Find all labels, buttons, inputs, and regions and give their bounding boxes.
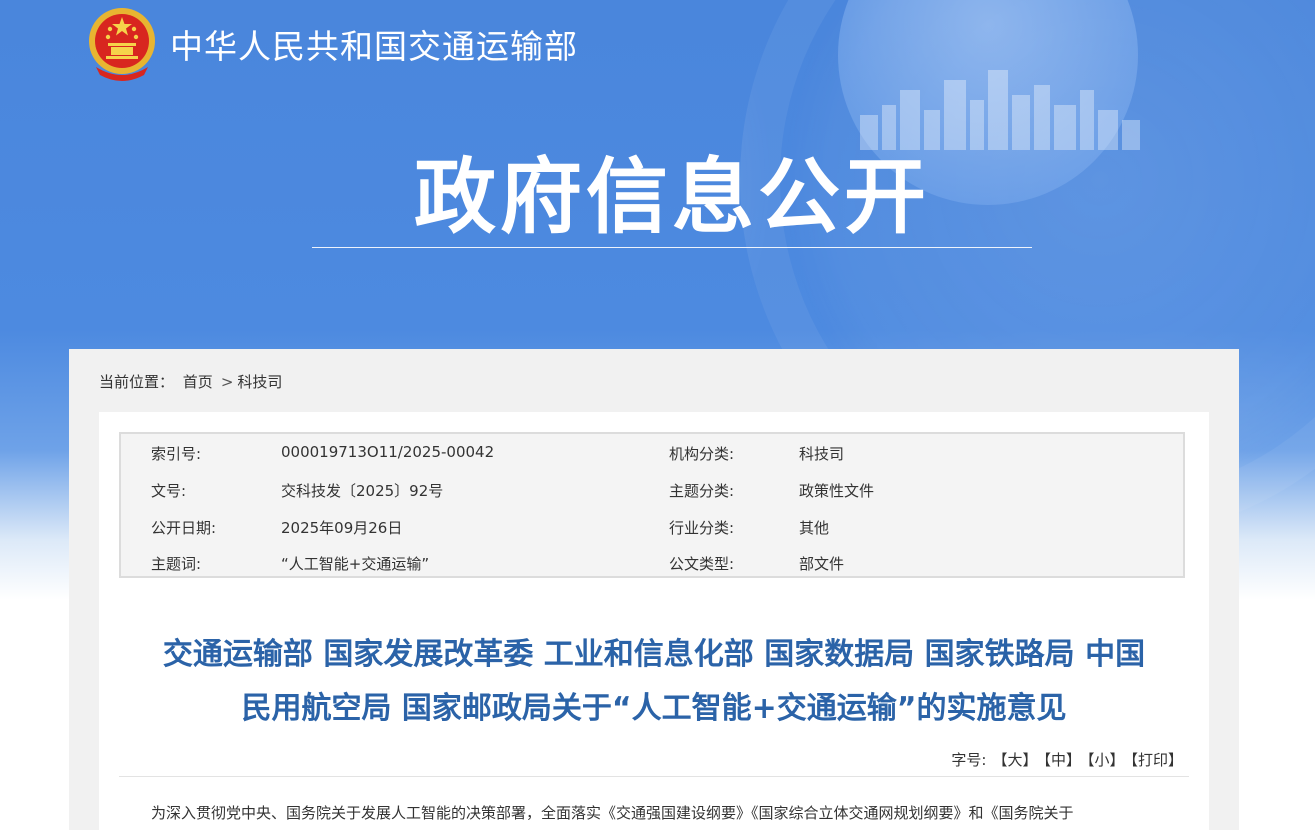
meta-value-index: 000019713O11/2025-00042 [281, 443, 495, 461]
meta-value-date: 2025年09月26日 [281, 519, 403, 537]
breadcrumb-separator: > [220, 373, 234, 391]
content-divider [119, 776, 1189, 777]
article-content: 索引号: 000019713O11/2025-00042 机构分类: 科技司 文… [99, 412, 1209, 830]
font-size-large-button[interactable]: 【大】 [992, 751, 1037, 769]
meta-value-industry: 其他 [799, 519, 830, 537]
meta-value-keywords: “人工智能+交通运输” [281, 555, 430, 573]
national-emblem-icon [89, 8, 155, 81]
meta-value-doctype: 部文件 [799, 555, 845, 573]
meta-label-keywords: 主题词: [151, 555, 202, 573]
font-size-controls: 字号: 【大】 【中】 【小】 【打印】 [951, 749, 1183, 770]
section-title: 政府信息公开 [413, 150, 930, 245]
meta-label-topic: 主题分类: [669, 482, 735, 500]
font-size-medium-button[interactable]: 【中】 [1043, 751, 1081, 769]
meta-label-docno: 文号: [151, 482, 187, 500]
font-size-small-button[interactable]: 【小】 [1087, 751, 1125, 769]
city-skyline-icon [860, 70, 1140, 150]
meta-label-index: 索引号: [151, 445, 202, 463]
meta-label-doctype: 公文类型: [669, 555, 735, 573]
breadcrumb: 当前位置： 首页 > 科技司 [99, 371, 286, 392]
document-title-line2: 民用航空局 国家邮政局关于“人工智能+交通运输”的实施意见 [241, 691, 1067, 726]
meta-label-industry: 行业分类: [669, 519, 735, 537]
breadcrumb-home-link[interactable]: 首页 [183, 373, 213, 391]
meta-label-date: 公开日期: [151, 519, 217, 537]
meta-value-agency: 科技司 [799, 445, 845, 463]
document-metadata-table: 索引号: 000019713O11/2025-00042 机构分类: 科技司 文… [119, 432, 1185, 578]
title-underline [312, 247, 1032, 248]
main-panel: 当前位置： 首页 > 科技司 索引号: 000019713O11/2025-0004… [69, 349, 1239, 830]
breadcrumb-dept-link[interactable]: 科技司 [237, 373, 282, 391]
document-title: 交通运输部 国家发展改革委 工业和信息化部 国家数据局 国家铁路局 中国 民用航… [113, 628, 1195, 736]
breadcrumb-prefix: 当前位置： [99, 373, 175, 391]
meta-label-agency: 机构分类: [669, 445, 735, 463]
meta-value-docno: 交科技发〔2025〕92号 [281, 482, 444, 500]
document-title-line1: 交通运输部 国家发展改革委 工业和信息化部 国家数据局 国家铁路局 中国 [162, 637, 1146, 672]
site-title: 中华人民共和国交通运输部 [170, 27, 578, 66]
document-body-paragraph: 为深入贯彻党中央、国务院关于发展人工智能的决策部署，全面落实《交通强国建设纲要》… [151, 804, 1074, 822]
site-brand[interactable]: 中华人民共和国交通运输部 [86, 6, 578, 82]
meta-value-topic: 政策性文件 [799, 482, 875, 500]
print-button[interactable]: 【打印】 [1130, 751, 1183, 769]
font-size-label: 字号: [951, 751, 987, 769]
